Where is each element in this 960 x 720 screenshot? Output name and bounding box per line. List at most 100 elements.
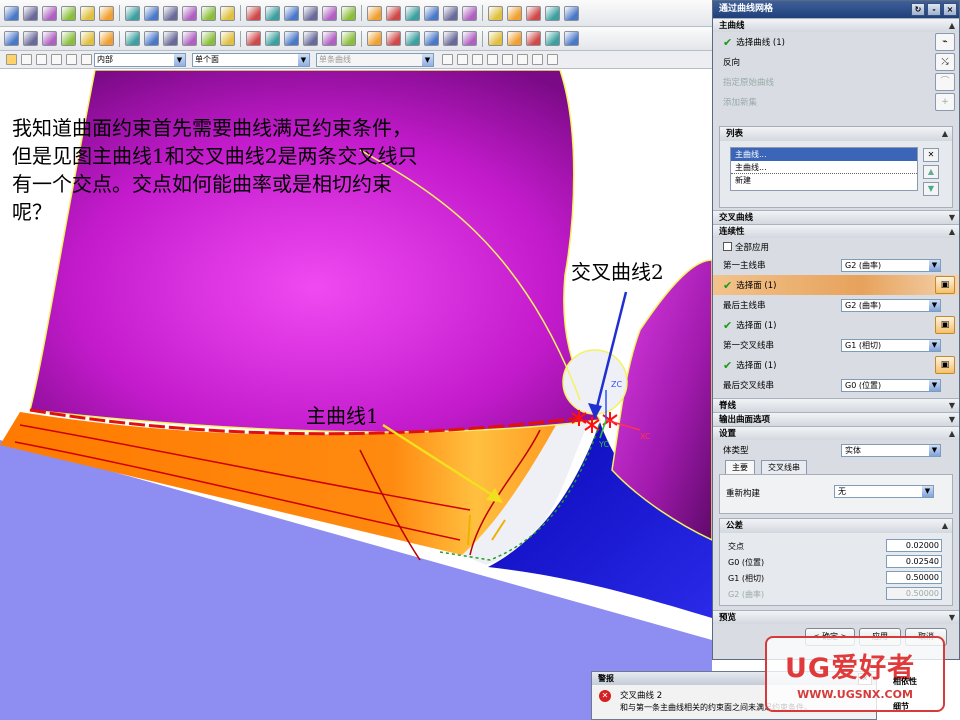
undo-icon[interactable] — [21, 54, 32, 65]
section-continuity[interactable]: 连续性 ▲ — [713, 224, 959, 238]
select-curve-icon[interactable]: ⌁ — [935, 33, 955, 51]
reverse-direction-icon[interactable]: ⤯ — [935, 53, 955, 71]
section-preview[interactable]: 预览 ▼ — [713, 610, 959, 624]
standard-tool-icon[interactable] — [42, 5, 57, 21]
apply-all-row[interactable]: 全部应用 — [713, 238, 959, 255]
face-rule-dropdown[interactable]: 单个面 ▼ — [192, 52, 310, 67]
feature-tool-icon[interactable] — [99, 31, 114, 46]
section-spine[interactable]: 脊线 ▼ — [713, 398, 959, 412]
last-primary-dropdown[interactable]: G2 (曲率) ▼ — [841, 298, 941, 312]
list-item[interactable]: 主曲线... — [731, 161, 917, 174]
feature-tool-icon[interactable] — [462, 31, 477, 46]
section-cross[interactable]: 交叉曲线 ▼ — [713, 210, 959, 224]
feature-tool-icon[interactable] — [443, 31, 458, 46]
select-face-icon[interactable]: ▣ — [935, 356, 955, 374]
select-face-icon[interactable]: ▣ — [935, 316, 955, 334]
standard-tool-icon[interactable] — [265, 5, 280, 21]
feature-tool-icon[interactable] — [246, 31, 261, 46]
reverse-row[interactable]: 反向 ⤯ — [713, 52, 959, 72]
body-type-dropdown[interactable]: 实体 ▼ — [841, 443, 941, 457]
standard-tool-icon[interactable] — [507, 5, 522, 21]
graphics-viewport[interactable]: 我知道曲面约束首先需要曲线满足约束条件， 但是见图主曲线1和交叉曲线2是两条交叉… — [0, 70, 712, 720]
section-primary[interactable]: 主曲线 ▲ — [713, 18, 959, 32]
section-output[interactable]: 输出曲面选项 ▼ — [713, 412, 959, 426]
list-item[interactable]: 主曲线... — [731, 148, 917, 161]
snap-intersection-icon[interactable] — [487, 54, 498, 65]
standard-tool-icon[interactable] — [246, 5, 261, 21]
feature-tool-icon[interactable] — [201, 31, 216, 46]
origin-curve-icon[interactable]: ⌒ — [935, 73, 955, 91]
feature-tool-icon[interactable] — [265, 31, 280, 46]
tab-primary[interactable]: 主要 — [725, 460, 755, 474]
standard-tool-icon[interactable] — [80, 5, 95, 21]
standard-tool-icon[interactable] — [526, 5, 541, 21]
rebuild-dropdown[interactable]: 无 ▼ — [834, 485, 934, 498]
box-select-icon[interactable] — [81, 54, 92, 65]
close-icon[interactable]: × — [943, 3, 957, 16]
feature-tool-icon[interactable] — [80, 31, 95, 46]
snap-point-icon[interactable] — [517, 54, 528, 65]
feature-tool-icon[interactable] — [4, 31, 19, 46]
feature-tool-icon[interactable] — [125, 31, 140, 46]
feature-tool-icon[interactable] — [322, 31, 337, 46]
standard-tool-icon[interactable] — [182, 5, 197, 21]
standard-tool-icon[interactable] — [23, 5, 38, 21]
first-primary-dropdown[interactable]: G2 (曲率) ▼ — [841, 258, 941, 272]
feature-tool-icon[interactable] — [526, 31, 541, 46]
select-face-icon[interactable]: ▣ — [935, 276, 955, 294]
standard-tool-icon[interactable] — [284, 5, 299, 21]
standard-tool-icon[interactable] — [220, 5, 235, 21]
lasso-icon[interactable] — [51, 54, 62, 65]
standard-tool-icon[interactable] — [443, 5, 458, 21]
feature-tool-icon[interactable] — [564, 31, 579, 46]
snap-quadrant-icon[interactable] — [502, 54, 513, 65]
feature-tool-icon[interactable] — [42, 31, 57, 46]
curve-rule-dropdown[interactable]: 单条曲线 ▼ — [316, 52, 434, 67]
tol-g1-input[interactable]: 0.50000 — [886, 571, 942, 584]
specify-origin-row[interactable]: 指定原始曲线 ⌒ — [713, 72, 959, 92]
select-mode-icon[interactable] — [6, 54, 17, 65]
section-settings[interactable]: 设置 ▲ — [713, 426, 959, 440]
feature-tool-icon[interactable] — [61, 31, 76, 46]
standard-tool-icon[interactable] — [424, 5, 439, 21]
standard-tool-icon[interactable] — [322, 5, 337, 21]
feature-tool-icon[interactable] — [367, 31, 382, 46]
dependency-label[interactable]: 相依性 — [893, 676, 917, 687]
standard-tool-icon[interactable] — [462, 5, 477, 21]
filter-icon[interactable] — [66, 54, 77, 65]
select-face-row-3[interactable]: ✔ 选择面 (1) ▣ — [713, 355, 959, 375]
standard-tool-icon[interactable] — [61, 5, 76, 21]
select-curve-row[interactable]: ✔ 选择曲线 (1) ⌁ — [713, 32, 959, 52]
tol-g0-input[interactable]: 0.02540 — [886, 555, 942, 568]
feature-tool-icon[interactable] — [303, 31, 318, 46]
dialog-title-bar[interactable]: 通过曲线网格 ↻ - × — [713, 1, 959, 18]
feature-tool-icon[interactable] — [163, 31, 178, 46]
standard-tool-icon[interactable] — [488, 5, 503, 21]
standard-tool-icon[interactable] — [144, 5, 159, 21]
feature-tool-icon[interactable] — [545, 31, 560, 46]
redo-icon[interactable] — [36, 54, 47, 65]
move-down-icon[interactable]: ▼ — [923, 182, 939, 196]
feature-tool-icon[interactable] — [424, 31, 439, 46]
standard-tool-icon[interactable] — [201, 5, 216, 21]
list-header[interactable]: 列表 ▲ — [720, 127, 952, 141]
move-up-icon[interactable]: ▲ — [923, 165, 939, 179]
feature-tool-icon[interactable] — [405, 31, 420, 46]
standard-tool-icon[interactable] — [405, 5, 420, 21]
list-item[interactable]: 新建 — [731, 174, 917, 187]
feature-tool-icon[interactable] — [144, 31, 159, 46]
feature-tool-icon[interactable] — [220, 31, 235, 46]
last-cross-dropdown[interactable]: G0 (位置) ▼ — [841, 378, 941, 392]
remove-icon[interactable]: ✕ — [923, 148, 939, 162]
feature-tool-icon[interactable] — [386, 31, 401, 46]
feature-tool-icon[interactable] — [341, 31, 356, 46]
collapse-icon[interactable]: - — [927, 3, 941, 16]
snap-control-icon[interactable] — [547, 54, 558, 65]
curve-list[interactable]: 主曲线... 主曲线... 新建 — [730, 147, 918, 191]
standard-tool-icon[interactable] — [125, 5, 140, 21]
standard-tool-icon[interactable] — [99, 5, 114, 21]
snap-center-icon[interactable] — [472, 54, 483, 65]
snap-endpoint-icon[interactable] — [442, 54, 453, 65]
tol-intersection-input[interactable]: 0.02000 — [886, 539, 942, 552]
tab-cross[interactable]: 交叉线串 — [761, 460, 807, 474]
